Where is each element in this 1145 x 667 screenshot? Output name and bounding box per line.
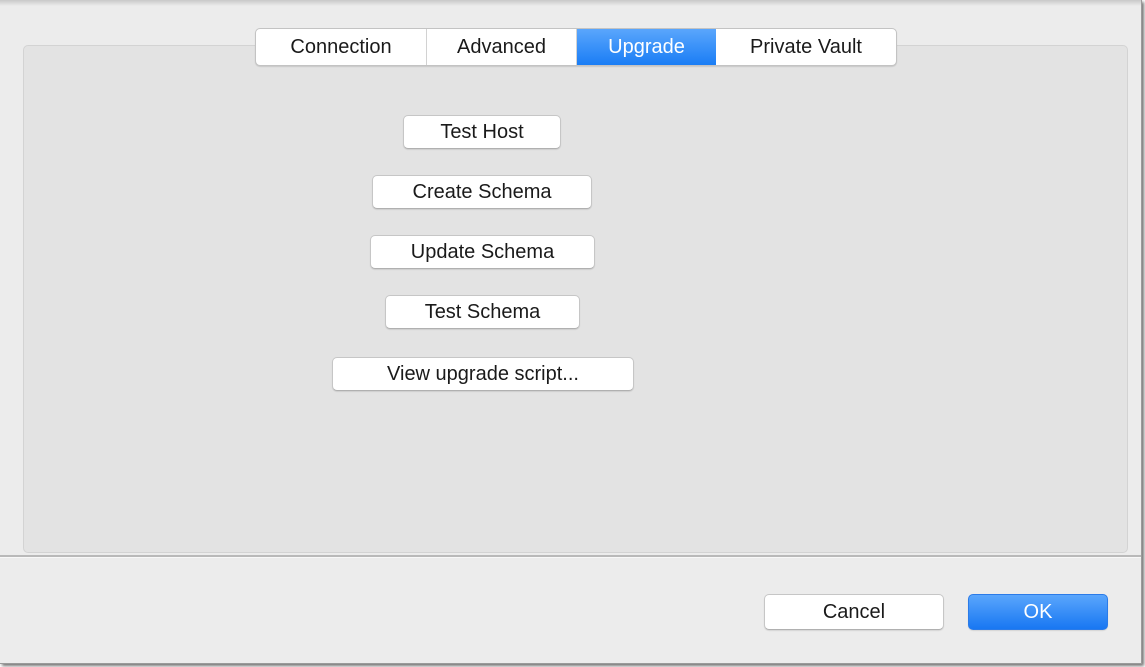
update-schema-button[interactable]: Update Schema [370, 235, 595, 269]
view-upgrade-script-button[interactable]: View upgrade script... [332, 357, 634, 391]
cancel-button[interactable]: Cancel [764, 594, 944, 630]
tab-bar: Connection Advanced Upgrade Private Vaul… [255, 28, 897, 66]
footer-divider [0, 555, 1141, 558]
create-schema-button[interactable]: Create Schema [372, 175, 592, 209]
tab-connection[interactable]: Connection [256, 29, 427, 65]
preferences-dialog: Connection Advanced Upgrade Private Vaul… [0, 0, 1142, 664]
ok-button[interactable]: OK [968, 594, 1108, 630]
tab-upgrade[interactable]: Upgrade [577, 29, 716, 65]
test-host-button[interactable]: Test Host [403, 115, 561, 149]
tab-advanced[interactable]: Advanced [427, 29, 577, 65]
top-shadow [0, 0, 1141, 6]
tab-private-vault[interactable]: Private Vault [716, 29, 896, 65]
test-schema-button[interactable]: Test Schema [385, 295, 580, 329]
